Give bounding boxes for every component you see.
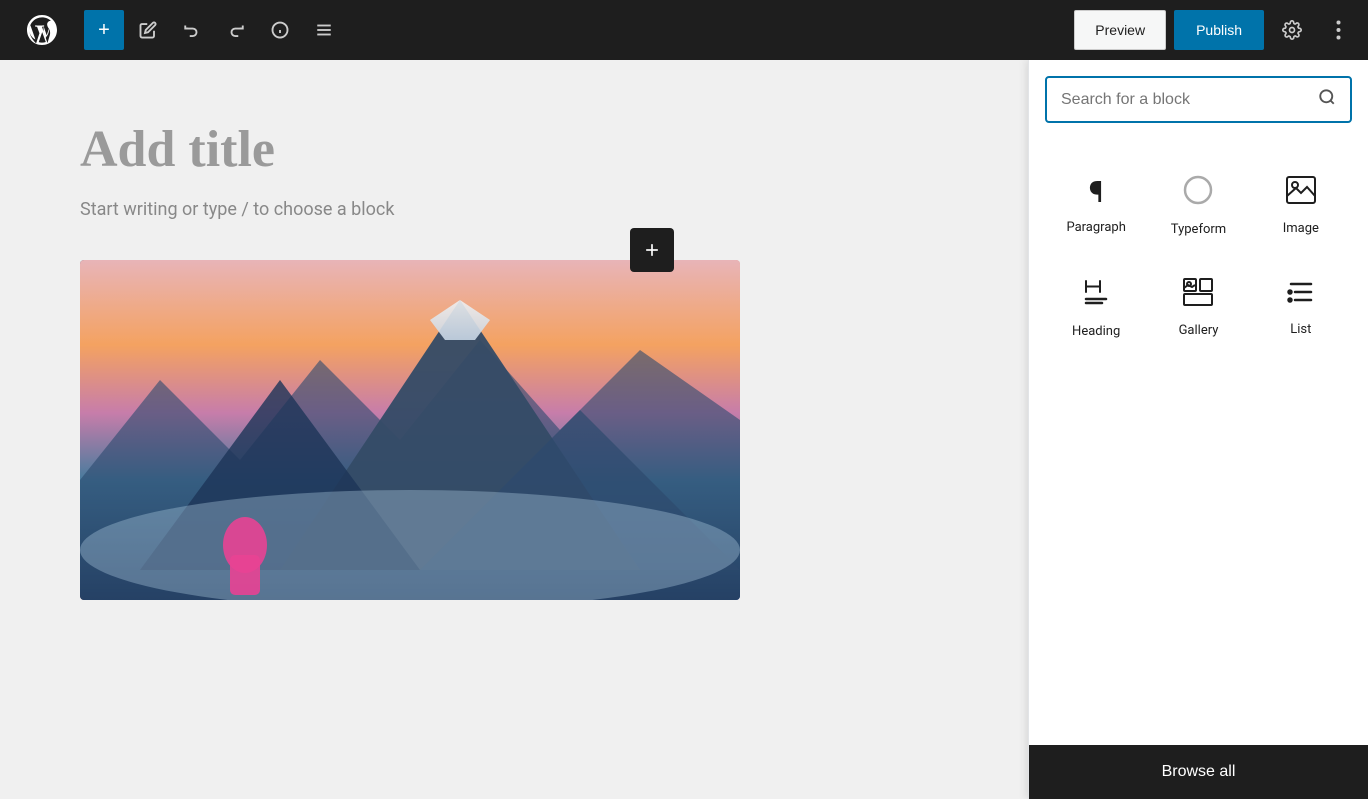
heading-icon: [1082, 277, 1110, 312]
list-icon: [1287, 279, 1315, 310]
block-label-paragraph: Paragraph: [1066, 220, 1125, 235]
editor-area: Add title Start writing or type / to cho…: [0, 60, 1028, 799]
preview-button[interactable]: Preview: [1074, 10, 1166, 50]
block-item-image[interactable]: Image: [1250, 155, 1352, 257]
gallery-icon: [1183, 278, 1213, 311]
block-item-gallery[interactable]: Gallery: [1147, 257, 1249, 359]
publish-button[interactable]: Publish: [1174, 10, 1264, 50]
info-button[interactable]: [260, 10, 300, 50]
block-label-gallery: Gallery: [1179, 323, 1219, 338]
block-item-heading[interactable]: Heading: [1045, 257, 1147, 359]
block-label-image: Image: [1283, 221, 1319, 236]
blocks-grid: ¶ Paragraph Typeform: [1029, 139, 1368, 745]
main-area: Add title Start writing or type / to cho…: [0, 60, 1368, 799]
block-label-heading: Heading: [1072, 324, 1120, 339]
edit-button[interactable]: [128, 10, 168, 50]
settings-button[interactable]: [1272, 10, 1312, 50]
search-icon: [1318, 88, 1336, 111]
toolbar-right: Preview Publish: [1074, 10, 1356, 50]
image-icon: [1286, 176, 1316, 209]
inline-add-block-button[interactable]: [630, 228, 674, 272]
add-block-button[interactable]: +: [84, 10, 124, 50]
search-area: [1029, 60, 1368, 139]
block-item-paragraph[interactable]: ¶ Paragraph: [1045, 155, 1147, 257]
block-label-typeform: Typeform: [1171, 222, 1226, 237]
browse-all-button[interactable]: Browse all: [1029, 745, 1368, 799]
typeform-icon: [1183, 175, 1213, 210]
block-item-typeform[interactable]: Typeform: [1147, 155, 1249, 257]
block-search-input[interactable]: [1061, 91, 1308, 109]
toolbar: + Preview Publish: [0, 0, 1368, 60]
editor-placeholder: Start writing or type / to choose a bloc…: [80, 199, 948, 220]
more-options-button[interactable]: [1320, 10, 1356, 50]
wordpress-logo: [12, 0, 72, 60]
paragraph-icon: ¶: [1089, 178, 1104, 208]
list-view-button[interactable]: [304, 10, 344, 50]
block-label-list: List: [1290, 322, 1311, 337]
block-item-list[interactable]: List: [1250, 257, 1352, 359]
editor-image-block: [80, 260, 740, 600]
post-title[interactable]: Add title: [80, 120, 948, 179]
redo-button[interactable]: [216, 10, 256, 50]
block-inserter-panel: ¶ Paragraph Typeform: [1028, 60, 1368, 799]
search-box: [1045, 76, 1352, 123]
undo-button[interactable]: [172, 10, 212, 50]
